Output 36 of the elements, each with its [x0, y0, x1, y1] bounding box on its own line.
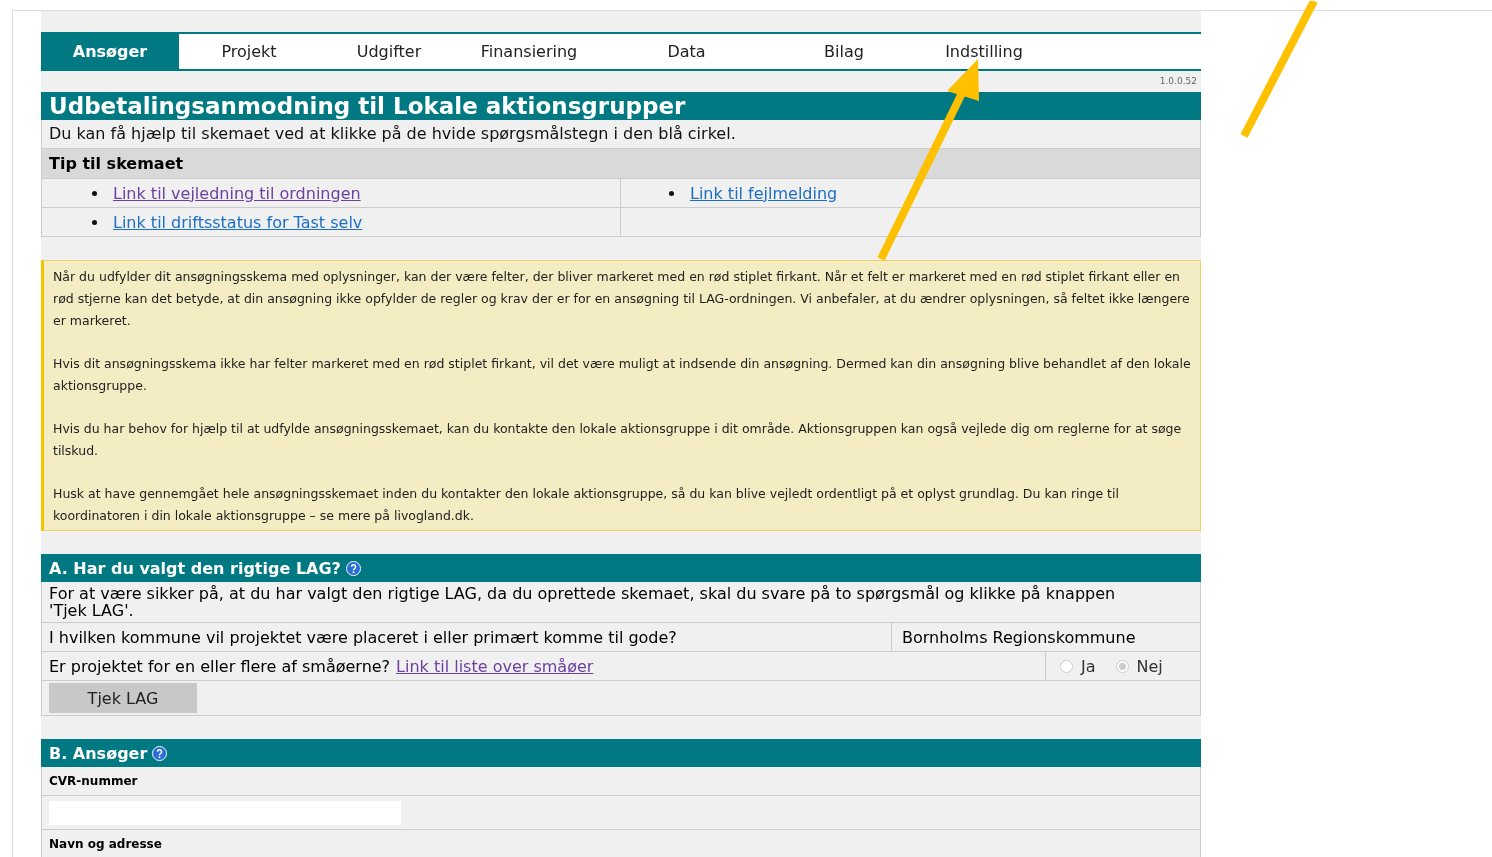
tab[interactable]: Bilag [774, 34, 914, 69]
bullet-icon [669, 190, 674, 196]
tab[interactable]: Projekt [179, 34, 319, 69]
bullet-icon [92, 219, 97, 225]
notice-paragraph: Hvis du har behov for hjælp til at udfylde ansøgningsskemaet, kan du kontakte den lokale aktionsgruppe i dit område. Aktionsgruppen kan også vejlede dig om reglerne for at søge tilskud. [53, 420, 1183, 460]
link[interactable]: Link til driftsstatus for Tast selv [113, 212, 363, 232]
question-label: I hvilken kommune vil projektet være placeret i eller primært komme til gode? [49, 627, 677, 647]
answer-value: Bornholms Regionskommune [901, 627, 1137, 647]
link[interactable]: Link til vejledning til ordningen [113, 183, 361, 203]
field-label: CVR-nummer [42, 767, 1200, 796]
section-title: B. Ansøger [49, 743, 148, 763]
bullet-icon [92, 190, 97, 196]
radio-button[interactable] [1115, 659, 1129, 673]
tab[interactable]: Finansiering [459, 34, 599, 69]
link[interactable]: Link til liste over småøer [396, 656, 594, 676]
version-label: 1.0.0.52 [1158, 75, 1198, 88]
section-heading: Tip til skemaet [41, 149, 1201, 179]
notice-paragraph: Husk at have gennemgået hele ansøgningsskemaet inden du kontakter den lokale aktionsgruppe, så du kan blive vejledt ordentligt på et oplyst grundlag. Du kan ringe til koordinatoren i din lokale aktionsgruppe – se mere på livogland.dk. [53, 485, 1120, 525]
tab[interactable]: Data [599, 34, 774, 69]
field-label: Navn og adresse [42, 830, 1200, 857]
question-label: Er projektet for en eller flere af småøerne? [49, 656, 391, 676]
radio-button[interactable] [1060, 659, 1073, 673]
tab[interactable]: Ansøger [41, 34, 179, 69]
help-icon[interactable] [152, 745, 168, 761]
radio-label: Ja [1081, 656, 1096, 676]
notice-paragraph: Hvis dit ansøgningsskema ikke har felter markeret med en rød stiplet firkant, vil det være muligt at indsende din ansøgning. Dermed kan din ansøgning blive behandlet af den lokale aktionsgruppe. [53, 355, 1192, 395]
link[interactable]: Link til fejlmelding [690, 183, 838, 203]
intro-text: For at være sikker på, at du har valgt den rigtige LAG, da du oprettede skemaet, skal du svare på to spørgsmål og klikke på knappen 'Tjek LAG'. [42, 582, 1200, 623]
tab[interactable]: Indstilling [914, 34, 1054, 69]
radio-label: Nej [1136, 656, 1163, 676]
notice-paragraph: Når du udfylder dit ansøgningsskema med oplysninger, kan der være felter, der bliver markeret med en rød stiplet firkant. Når et felt er markeret med en rød stiplet firkant eller en rød stjerne kan det betyde, at din ansøgning ikke opfylder de regler og krav der er for en ansøgning til LAG-ordningen. Vi anbefaler, at du ændrer oplysningen, så feltet ikke længere er markeret. [53, 268, 1191, 330]
help-icon[interactable] [345, 560, 361, 576]
page-title: Udbetalingsanmodning til Lokale aktionsgrupper [41, 92, 1201, 120]
section-title: A. Har du valgt den rigtige LAG? [49, 558, 341, 578]
check-button[interactable]: Tjek LAG [49, 683, 197, 713]
tab[interactable]: Udgifter [319, 34, 459, 69]
